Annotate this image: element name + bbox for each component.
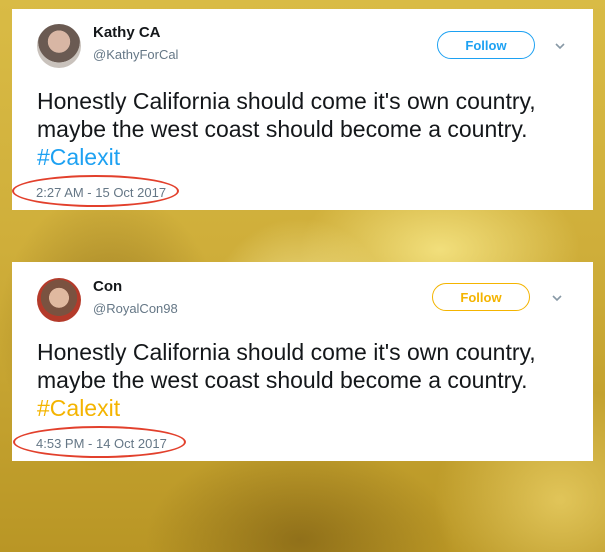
follow-button[interactable]: Follow — [437, 31, 535, 59]
tweet-text: Honestly California should come it's own… — [37, 338, 557, 422]
tweet-card: Kathy CA @KathyForCal Follow Honestly Ca… — [12, 9, 593, 210]
chevron-down-icon[interactable] — [553, 39, 567, 53]
red-circle-annotation — [12, 175, 179, 207]
avatar[interactable] — [37, 24, 81, 68]
display-name[interactable]: Kathy CA — [93, 24, 161, 41]
display-name[interactable]: Con — [93, 278, 122, 295]
red-circle-annotation — [13, 426, 186, 458]
tweet-card: Con @RoyalCon98 Follow Honestly Californ… — [12, 262, 593, 461]
avatar[interactable] — [37, 278, 81, 322]
tweet-text: Honestly California should come it's own… — [37, 87, 557, 171]
tweet-body: Honestly California should come it's own… — [37, 88, 536, 142]
tweet-body: Honestly California should come it's own… — [37, 339, 536, 393]
follow-button[interactable]: Follow — [432, 283, 530, 311]
hashtag-link[interactable]: #Calexit — [37, 395, 120, 421]
user-handle[interactable]: @RoyalCon98 — [93, 301, 178, 316]
user-handle[interactable]: @KathyForCal — [93, 47, 178, 62]
hashtag-link[interactable]: #Calexit — [37, 144, 120, 170]
chevron-down-icon[interactable] — [550, 291, 564, 305]
